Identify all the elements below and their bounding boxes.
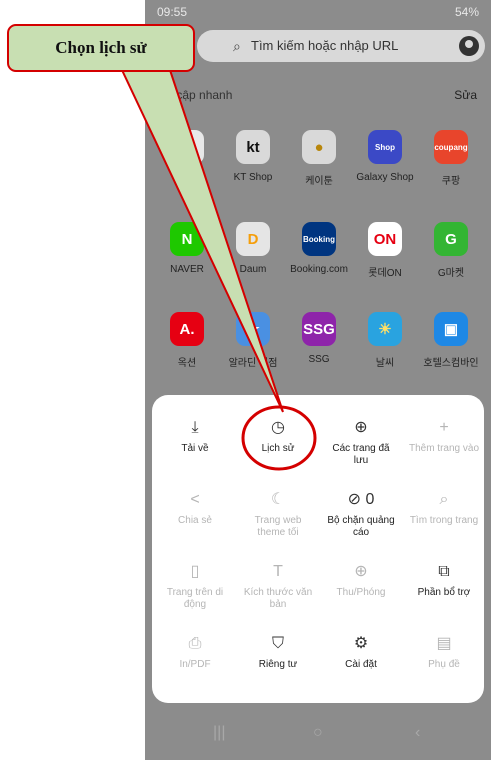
highlight-circle: [241, 405, 317, 471]
callout-box: Chọn lịch sử: [7, 24, 195, 72]
annotation-overlay: [120, 69, 317, 471]
callout-pointer: [120, 69, 284, 413]
